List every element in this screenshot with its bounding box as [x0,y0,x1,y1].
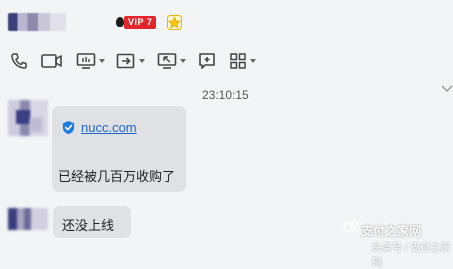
grid-icon [230,53,246,69]
chat-header [0,0,453,44]
message-link[interactable]: nucc.com [81,120,137,135]
message-text: 还没上线 [62,218,115,233]
star-icon [167,15,182,30]
screen-share-button[interactable] [76,48,105,74]
video-camera-icon [41,54,62,68]
watermark-title: 支付之家网 [361,224,422,238]
vip-badge: VIP 7 [124,16,157,29]
link-row[interactable]: nucc.com [61,120,137,135]
remote-assist-button[interactable] [157,48,186,74]
voice-call-button[interactable] [10,48,28,74]
contact-name-blurred [8,13,66,31]
video-call-button[interactable] [40,48,64,74]
add-note-button[interactable] [198,48,216,74]
file-transfer-icon [116,53,135,69]
phone-icon [11,53,27,69]
sender-avatar-blur [16,110,30,124]
more-icon[interactable] [441,84,453,94]
sender-avatar[interactable] [8,208,48,230]
chat-toolbar [0,48,453,76]
remote-desktop-icon [157,53,177,69]
penguin-icon [116,17,124,27]
chevron-down-icon [250,59,256,63]
chevron-down-icon [99,59,105,63]
send-file-button[interactable] [116,48,145,74]
chevron-down-icon [180,59,186,63]
shield-icon [62,120,75,135]
message-text: 已经被几百万收购了 [58,169,176,184]
chevron-down-icon [139,59,145,63]
watermark-logo-icon [343,220,359,233]
monitor-icon [76,53,96,69]
sender-avatar-blur [30,118,42,132]
apps-button[interactable] [229,48,256,74]
plus-message-icon [199,53,215,69]
watermark-subtitle: 头条号 / 支付之家网 [372,243,451,269]
